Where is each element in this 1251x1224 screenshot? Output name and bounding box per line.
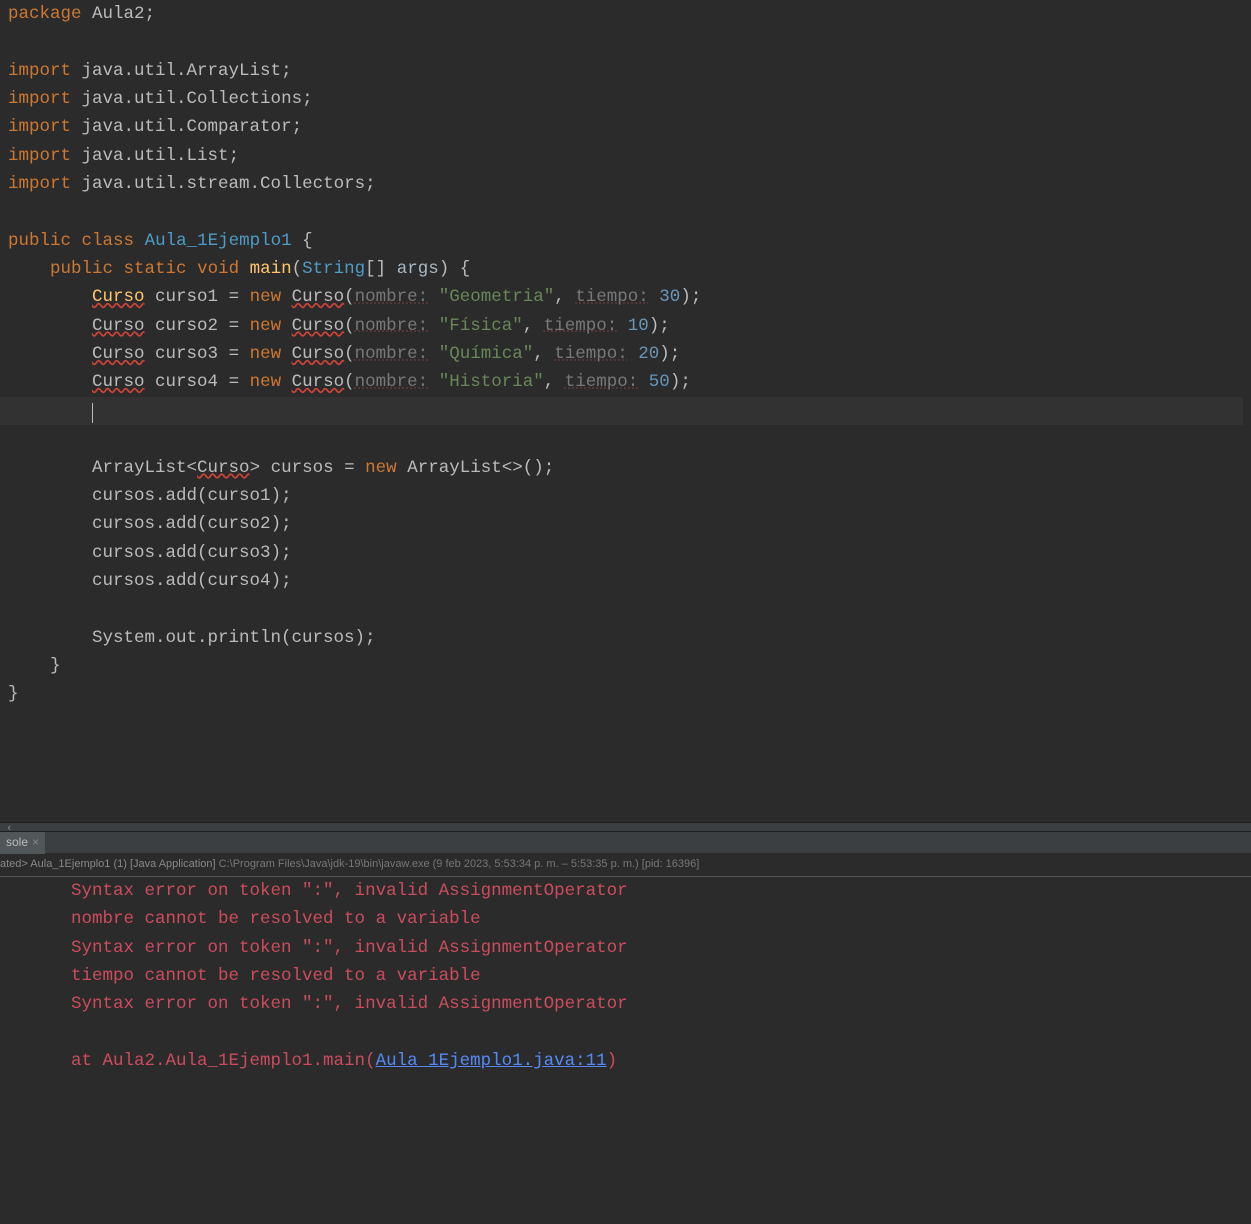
call-add: .add( xyxy=(155,514,208,534)
var-cursos: cursos xyxy=(92,571,155,591)
import-target: java.util.List xyxy=(82,146,229,166)
var-curso3: curso3 xyxy=(155,344,218,364)
import-target: java.util.stream.Collectors xyxy=(82,174,366,194)
arg-curso4: curso4 xyxy=(208,571,271,591)
current-line[interactable] xyxy=(0,397,1243,425)
import-target: java.util.Collections xyxy=(82,89,303,109)
type-curso: Curso xyxy=(92,287,145,307)
var-cursos: cursos xyxy=(92,514,155,534)
hint-nombre: nombre: xyxy=(355,287,429,307)
type-string: String xyxy=(302,259,365,279)
error-line: Syntax error on token ":", invalid Assig… xyxy=(71,994,628,1014)
console-run-header: ated> Aula_1Ejemplo1 (1) [Java Applicati… xyxy=(0,854,1251,877)
error-line: Syntax error on token ":", invalid Assig… xyxy=(71,881,628,901)
type-curso: Curso xyxy=(92,372,145,392)
ctor-curso: Curso xyxy=(292,316,345,336)
call-add: .add( xyxy=(155,486,208,506)
arg-curso1: curso1 xyxy=(208,486,271,506)
number-literal: 10 xyxy=(628,316,649,336)
keyword-new: new xyxy=(250,287,282,307)
keyword-package: package xyxy=(8,4,82,24)
stmt-println: System.out.println(cursos); xyxy=(92,628,376,648)
call-add: .add( xyxy=(155,543,208,563)
type-curso: Curso xyxy=(92,316,145,336)
run-path: C:\Program Files\Java\jdk-19\bin\javaw.e… xyxy=(219,858,430,870)
var-cursos: cursos xyxy=(271,458,334,478)
horizontal-splitter[interactable]: ‹ xyxy=(0,822,1251,832)
string-literal: "Historia" xyxy=(439,372,544,392)
number-literal: 50 xyxy=(649,372,670,392)
ctor-curso: Curso xyxy=(292,287,345,307)
string-literal: "Geometria" xyxy=(439,287,555,307)
type-arraylist: ArrayList xyxy=(92,458,187,478)
text-caret xyxy=(92,403,93,423)
stacktrace-source-link[interactable]: Aula_1Ejemplo1.java:11 xyxy=(376,1051,607,1071)
error-line: Syntax error on token ":", invalid Assig… xyxy=(71,938,628,958)
var-curso1: curso1 xyxy=(155,287,218,307)
run-status: ated> xyxy=(0,858,28,870)
hint-nombre: nombre: xyxy=(355,344,429,364)
keyword-import: import xyxy=(8,89,71,109)
code-editor[interactable]: package Aula2; import java.util.ArrayLis… xyxy=(0,0,1251,822)
import-target: java.util.ArrayList xyxy=(82,61,282,81)
hint-tiempo: tiempo: xyxy=(575,287,649,307)
var-curso2: curso2 xyxy=(155,316,218,336)
keyword-static: static xyxy=(124,259,187,279)
keyword-void: void xyxy=(197,259,239,279)
console-output[interactable]: Syntax error on token ":", invalid Assig… xyxy=(0,877,1251,1075)
stacktrace-close: ) xyxy=(607,1051,618,1071)
run-timestamp: (9 feb 2023, 5:53:34 p. m. – 5:53:35 p. … xyxy=(433,858,700,870)
ctor-curso: Curso xyxy=(292,344,345,364)
chevron-left-icon: ‹ xyxy=(6,821,13,839)
keyword-class: class xyxy=(82,231,135,251)
method-main: main xyxy=(250,259,292,279)
hint-nombre: nombre: xyxy=(355,372,429,392)
string-literal: "Física" xyxy=(439,316,523,336)
var-cursos: cursos xyxy=(92,543,155,563)
keyword-import: import xyxy=(8,117,71,137)
error-line: tiempo cannot be resolved to a variable xyxy=(71,966,481,986)
ctor-arraylist: ArrayList xyxy=(407,458,502,478)
keyword-new: new xyxy=(250,316,282,336)
keyword-new: new xyxy=(365,458,397,478)
keyword-public: public xyxy=(8,231,71,251)
hint-tiempo: tiempo: xyxy=(554,344,628,364)
arg-curso3: curso3 xyxy=(208,543,271,563)
stacktrace-at: at Aula2.Aula_1Ejemplo1.main( xyxy=(71,1051,376,1071)
error-line: nombre cannot be resolved to a variable xyxy=(71,909,481,929)
keyword-public: public xyxy=(50,259,113,279)
class-name: Aula_1Ejemplo1 xyxy=(145,231,292,251)
close-icon[interactable]: × xyxy=(32,833,39,852)
var-curso4: curso4 xyxy=(155,372,218,392)
import-target: java.util.Comparator xyxy=(82,117,292,137)
keyword-import: import xyxy=(8,174,71,194)
type-curso: Curso xyxy=(92,344,145,364)
param-args: args xyxy=(397,259,439,279)
hint-nombre: nombre: xyxy=(355,316,429,336)
number-literal: 20 xyxy=(638,344,659,364)
ctor-curso: Curso xyxy=(292,372,345,392)
number-literal: 30 xyxy=(659,287,680,307)
keyword-new: new xyxy=(250,372,282,392)
hint-tiempo: tiempo: xyxy=(544,316,618,336)
run-config-name: Aula_1Ejemplo1 (1) [Java Application] xyxy=(30,858,215,870)
hint-tiempo: tiempo: xyxy=(565,372,639,392)
call-add: .add( xyxy=(155,571,208,591)
arg-curso2: curso2 xyxy=(208,514,271,534)
keyword-import: import xyxy=(8,61,71,81)
type-curso: Curso xyxy=(197,458,250,478)
keyword-new: new xyxy=(250,344,282,364)
var-cursos: cursos xyxy=(92,486,155,506)
string-literal: "Química" xyxy=(439,344,534,364)
keyword-import: import xyxy=(8,146,71,166)
console-tabbar: sole × xyxy=(0,832,1251,854)
package-name: Aula2 xyxy=(92,4,145,24)
